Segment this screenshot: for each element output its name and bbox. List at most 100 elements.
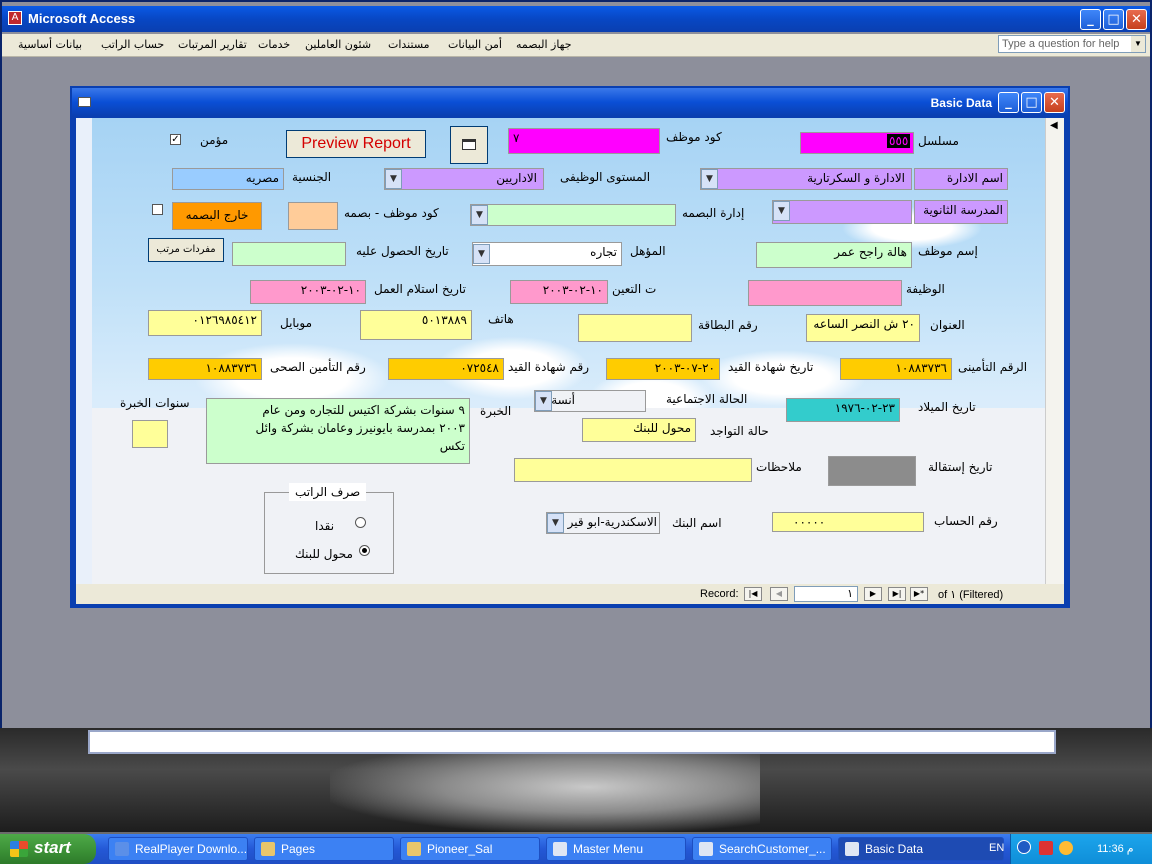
menu-data-security[interactable]: أمن البيانات	[448, 38, 502, 51]
pay-bank-label: محول للبنك	[295, 547, 353, 561]
task-master-menu[interactable]: Master Menu	[546, 837, 686, 861]
form-title: Basic Data	[930, 96, 992, 110]
task-label: Pioneer_Sal	[427, 842, 493, 856]
preview-report-button[interactable]: Preview Report	[286, 130, 426, 158]
task-search-customer[interactable]: SearchCustomer_...	[692, 837, 832, 861]
menu-salary-reports[interactable]: تقارير المرتبات	[178, 38, 247, 51]
resignation-date-label: تاريخ إستقالة	[928, 460, 993, 474]
qualification-date-field[interactable]	[232, 242, 346, 266]
phone-label: هاتف	[488, 312, 514, 326]
registration-date-field[interactable]: ٢٠-٠٧-٢٠٠٣	[606, 358, 720, 380]
menu-services[interactable]: خدمات	[258, 38, 290, 51]
menu-basic-data[interactable]: بيانات أساسية	[18, 38, 82, 51]
experience-years-field[interactable]	[132, 420, 168, 448]
health-insurance-field[interactable]: ١٠٨٨٣٧٣٦	[148, 358, 262, 380]
current-record-input[interactable]: ١	[794, 586, 858, 602]
first-record-icon[interactable]: |◀	[744, 587, 762, 601]
job-title-field[interactable]	[748, 280, 902, 306]
qualification-select[interactable]: ▼ تجاره	[472, 242, 622, 266]
record-navigation-bar: Record: |◀ ◀ ١ ▶ ▶| ▶* of ١ (Filtered)	[76, 584, 1064, 604]
minimize-button[interactable]: _	[1080, 9, 1101, 30]
fingerprint-dept-select[interactable]: ▼	[470, 204, 676, 226]
task-basic-data[interactable]: Basic Data	[838, 837, 1004, 861]
form-minimize-button[interactable]: _	[998, 92, 1019, 113]
marital-status-select[interactable]: ▼ أنسة	[534, 390, 646, 412]
birth-date-field[interactable]: ٢٣-٠٢-١٩٧٦	[786, 398, 900, 422]
wallpaper-image	[330, 742, 760, 832]
registration-no-field[interactable]: ٠٧٢٥٤٨	[388, 358, 504, 380]
task-pages[interactable]: Pages	[254, 837, 394, 861]
experience-field[interactable]: ٩ سنوات بشركة اكتيس للتجاره ومن عام ٢٠٠٣…	[206, 398, 470, 464]
insurance-number-field[interactable]: ١٠٨٨٣٧٣٦	[840, 358, 952, 380]
salary-items-button[interactable]: مفردات مرتب	[148, 238, 224, 262]
report-icon-button[interactable]	[450, 126, 488, 164]
menu-documents[interactable]: مستندات	[388, 38, 430, 51]
fingerprint-code-field[interactable]	[288, 202, 338, 230]
insurance-number-label: الرقم التأمينى	[958, 360, 1028, 374]
language-indicator[interactable]: EN	[989, 842, 1004, 854]
background-window[interactable]	[88, 730, 1056, 754]
access-app-icon[interactable]: A	[8, 11, 22, 25]
bank-name-select[interactable]: ▼ الاسكندرية-ابو قير	[546, 512, 660, 534]
menu-salary-calc[interactable]: حساب الراتب	[101, 38, 164, 51]
address-field[interactable]: ٢٠ ش النصر الساعه	[806, 314, 920, 342]
form-close-button[interactable]: ✕	[1044, 92, 1065, 113]
employee-code-label: كود موظف	[666, 130, 722, 144]
security-icon[interactable]	[1039, 841, 1053, 855]
menu-employee-affairs[interactable]: شئون العاملين	[305, 38, 371, 51]
task-realplayer[interactable]: RealPlayer Downlo...	[108, 837, 248, 861]
salary-payment-label: صرف الراتب	[289, 483, 367, 501]
id-card-field[interactable]	[578, 314, 692, 342]
mobile-field[interactable]: ٠١٢٦٩٨٥٤١٢	[148, 310, 262, 336]
secondary-school-select[interactable]: ▼	[772, 200, 912, 224]
account-number-field[interactable]: ٠٠٠٠٠	[772, 512, 924, 532]
phone-field[interactable]: ٥٠١٣٨٨٩	[360, 310, 472, 340]
notes-field[interactable]	[514, 458, 752, 482]
nationality-field[interactable]: مصريه	[172, 168, 284, 190]
pay-bank-radio[interactable]	[359, 545, 370, 556]
insured-label: مؤمن	[200, 133, 229, 147]
pay-cash-radio[interactable]	[355, 517, 366, 528]
chevron-down-icon[interactable]: ▼	[1131, 36, 1145, 52]
media-icon[interactable]	[1059, 841, 1073, 855]
employee-code-field[interactable]: ٧	[508, 128, 660, 154]
chevron-down-icon[interactable]: ▼	[471, 205, 488, 225]
form-icon[interactable]	[78, 97, 91, 107]
form-title-bar: Basic Data _ □ ✕	[72, 88, 1068, 116]
pay-cash-label: نقدا	[315, 519, 335, 533]
previous-record-icon[interactable]: ◀	[770, 587, 788, 601]
system-tray: EN 11:36 م	[989, 834, 1152, 864]
maximize-button[interactable]: □	[1103, 9, 1124, 30]
scroll-left-arrow-icon[interactable]: ◀	[1050, 120, 1058, 131]
serial-field[interactable]: ٥٥٥	[800, 132, 914, 154]
close-button[interactable]: ✕	[1126, 9, 1147, 30]
presence-status-field[interactable]: محول للبنك	[582, 418, 696, 442]
account-number-label: رقم الحساب	[934, 514, 998, 528]
window-title: Microsoft Access	[28, 11, 136, 26]
last-record-icon[interactable]: ▶|	[888, 587, 906, 601]
menu-fingerprint-device[interactable]: جهاز البصمه	[516, 38, 572, 51]
new-record-icon[interactable]: ▶*	[910, 587, 928, 601]
tray-expand-icon[interactable]	[1017, 840, 1031, 854]
insured-checkbox[interactable]: ✓	[170, 134, 181, 145]
job-level-select[interactable]: ▼ الاداريين	[384, 168, 544, 190]
task-pioneer-sal[interactable]: Pioneer_Sal	[400, 837, 540, 861]
chevron-down-icon[interactable]: ▼	[773, 201, 790, 221]
form-maximize-button[interactable]: □	[1021, 92, 1042, 113]
chevron-down-icon[interactable]: ▼	[547, 513, 564, 533]
employee-name-field[interactable]: هالة راجح عمر	[756, 242, 912, 268]
department-select[interactable]: ▼ الادارة و السكرتارية	[700, 168, 912, 190]
start-button[interactable]: start	[0, 834, 96, 864]
vertical-scrollbar[interactable]: ◀	[1045, 118, 1064, 584]
help-question-input[interactable]: Type a question for help ▼	[998, 35, 1146, 53]
chevron-down-icon[interactable]: ▼	[535, 391, 552, 411]
outside-fingerprint-checkbox[interactable]	[152, 204, 163, 215]
chevron-down-icon[interactable]: ▼	[701, 169, 718, 189]
work-start-date-field[interactable]: ١٠-٠٢-٢٠٠٣	[250, 280, 366, 304]
chevron-down-icon[interactable]: ▼	[385, 169, 402, 189]
next-record-icon[interactable]: ▶	[864, 587, 882, 601]
task-label: Basic Data	[865, 842, 924, 856]
resignation-date-field[interactable]	[828, 456, 916, 486]
chevron-down-icon[interactable]: ▼	[473, 244, 490, 264]
hire-date-field[interactable]: ١٠-٠٢-٢٠٠٣	[510, 280, 608, 304]
